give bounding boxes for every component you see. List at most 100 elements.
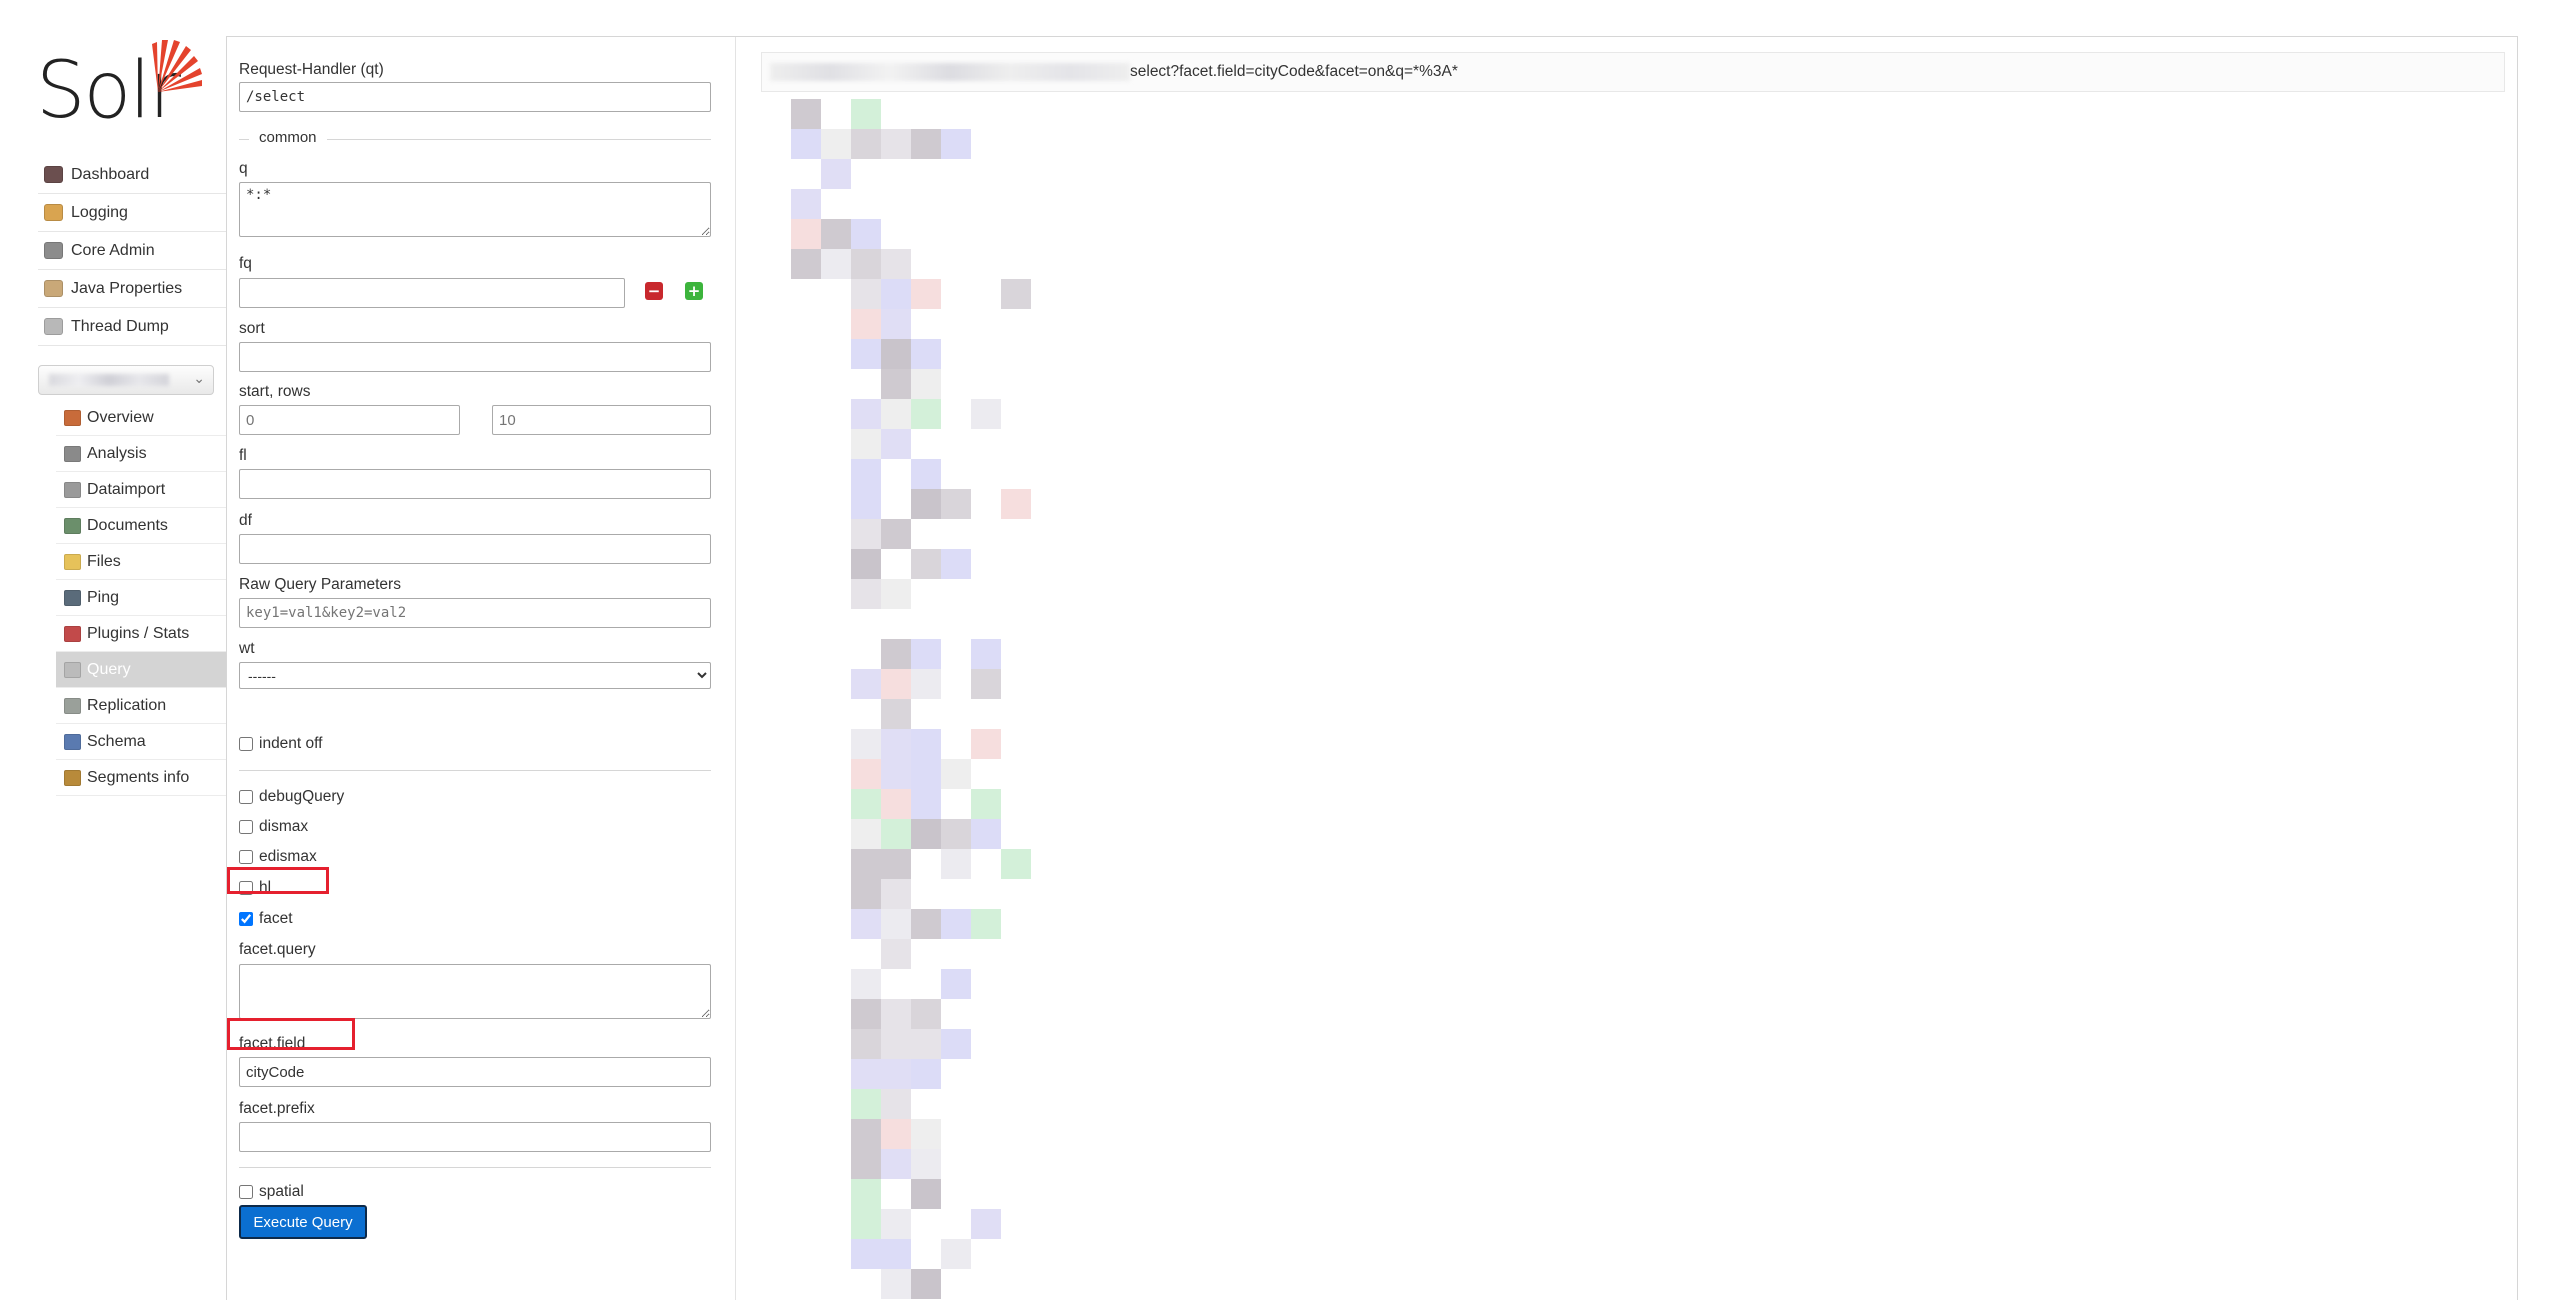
redacted-result-pixel (881, 699, 911, 729)
redacted-result-pixel (881, 1119, 911, 1149)
sidebar-item-label: Core Admin (71, 241, 155, 259)
sidebar-item-label: Dashboard (71, 165, 150, 183)
sort-input[interactable] (239, 342, 711, 372)
ping-icon (64, 589, 81, 606)
df-input[interactable] (239, 534, 711, 564)
sidebar-item-thread-dump[interactable]: Thread Dump (38, 308, 226, 346)
redacted-result-pixel (911, 399, 941, 429)
common-legend: common (249, 129, 327, 146)
sidebar-item-core-admin[interactable]: Core Admin (38, 232, 226, 270)
core-selector[interactable]: ⌄ (38, 365, 214, 395)
redacted-result-pixel (911, 639, 941, 669)
url-redacted (770, 63, 1130, 81)
edismax-checkbox-row[interactable]: edismax (239, 848, 317, 866)
redacted-result-pixel (851, 459, 881, 489)
dismax-checkbox[interactable] (239, 820, 253, 834)
spatial-checkbox-row[interactable]: spatial (239, 1183, 304, 1201)
core-item-dataimport[interactable]: Dataimport (56, 472, 226, 508)
redacted-result-pixel (911, 909, 941, 939)
schema-icon (64, 733, 81, 750)
core-item-analysis[interactable]: Analysis (56, 436, 226, 472)
redacted-result-pixel (881, 789, 911, 819)
sidebar-item-logging[interactable]: Logging (38, 194, 226, 232)
redacted-result-pixel (941, 819, 971, 849)
query-form: Request-Handler (qt) common q *:* fq − +… (227, 37, 736, 1300)
redacted-result-pixel (851, 1239, 881, 1269)
redacted-result-pixel (881, 399, 911, 429)
rows-input[interactable] (492, 405, 711, 435)
start-rows-label: start, rows (239, 383, 311, 400)
redacted-result-pixel (971, 669, 1001, 699)
core-item-label: Segments info (87, 768, 190, 786)
redacted-result-pixel (911, 759, 941, 789)
fq-input[interactable] (239, 278, 625, 308)
fl-label: fl (239, 447, 247, 464)
core-item-plugins-stats[interactable]: Plugins / Stats (56, 616, 226, 652)
wt-select[interactable]: ------ (239, 662, 711, 689)
core-item-overview[interactable]: Overview (56, 400, 226, 436)
query-url-bar[interactable]: select?facet.field=cityCode&facet=on&q=*… (761, 52, 2505, 92)
edismax-label: edismax (259, 848, 317, 865)
home-icon (64, 409, 81, 426)
redacted-result-pixel (851, 669, 881, 699)
debugquery-checkbox-row[interactable]: debugQuery (239, 788, 344, 806)
core-item-documents[interactable]: Documents (56, 508, 226, 544)
redacted-result-pixel (851, 249, 881, 279)
edismax-checkbox[interactable] (239, 850, 253, 864)
core-item-replication[interactable]: Replication (56, 688, 226, 724)
replication-icon (64, 697, 81, 714)
facet-checkbox-row[interactable]: facet (239, 910, 293, 928)
redacted-result-pixel (911, 1059, 941, 1089)
start-input[interactable] (239, 405, 460, 435)
query-url-text[interactable]: select?facet.field=cityCode&facet=on&q=*… (1130, 63, 1458, 81)
debugquery-checkbox[interactable] (239, 790, 253, 804)
facet-prefix-input[interactable] (239, 1122, 711, 1152)
redacted-result-pixel (911, 1149, 941, 1179)
redacted-result-pixel (911, 279, 941, 309)
sidebar-item-java-properties[interactable]: Java Properties (38, 270, 226, 308)
redacted-result-pixel (881, 1059, 911, 1089)
raw-query-input[interactable] (239, 598, 711, 628)
sidebar-item-dashboard[interactable]: Dashboard (38, 156, 226, 194)
redacted-result-pixel (911, 1179, 941, 1209)
redacted-result-pixel (851, 1089, 881, 1119)
fl-input[interactable] (239, 469, 711, 499)
solr-logo[interactable]: Solr (36, 34, 206, 130)
dismax-checkbox-row[interactable]: dismax (239, 818, 308, 836)
core-item-files[interactable]: Files (56, 544, 226, 580)
indent-off-checkbox-row[interactable]: indent off (239, 735, 323, 753)
df-label: df (239, 512, 252, 529)
solr-sun-icon (152, 40, 202, 92)
redacted-result-pixel (851, 129, 881, 159)
redacted-result-pixel (851, 279, 881, 309)
execute-query-button[interactable]: Execute Query (239, 1205, 367, 1239)
core-item-label: Documents (87, 516, 168, 534)
redacted-result-pixel (881, 279, 911, 309)
core-item-label: Files (87, 552, 121, 570)
core-item-query[interactable]: Query (56, 652, 226, 688)
core-item-segments-info[interactable]: Segments info (56, 760, 226, 796)
fq-remove-button[interactable]: − (645, 282, 663, 300)
facet-field-input[interactable] (239, 1057, 711, 1087)
core-item-label: Replication (87, 696, 167, 714)
core-item-label: Plugins / Stats (87, 624, 190, 642)
redacted-result-pixel (911, 549, 941, 579)
facet-checkbox[interactable] (239, 912, 253, 926)
debugquery-label: debugQuery (259, 788, 345, 805)
redacted-result-pixel (1001, 279, 1031, 309)
core-item-ping[interactable]: Ping (56, 580, 226, 616)
core-item-label: Schema (87, 732, 146, 750)
fq-add-button[interactable]: + (685, 282, 703, 300)
redacted-result-pixel (851, 399, 881, 429)
facet-query-textarea[interactable] (239, 964, 711, 1019)
redacted-result-pixel (911, 459, 941, 489)
indent-off-checkbox[interactable] (239, 737, 253, 751)
redacted-result-pixel (941, 489, 971, 519)
core-item-schema[interactable]: Schema (56, 724, 226, 760)
redacted-result-pixel (881, 819, 911, 849)
spatial-checkbox[interactable] (239, 1185, 253, 1199)
request-handler-input[interactable] (239, 82, 711, 112)
redacted-result-pixel (911, 489, 941, 519)
redacted-result-pixel (851, 549, 881, 579)
q-textarea[interactable]: *:* (239, 182, 711, 237)
